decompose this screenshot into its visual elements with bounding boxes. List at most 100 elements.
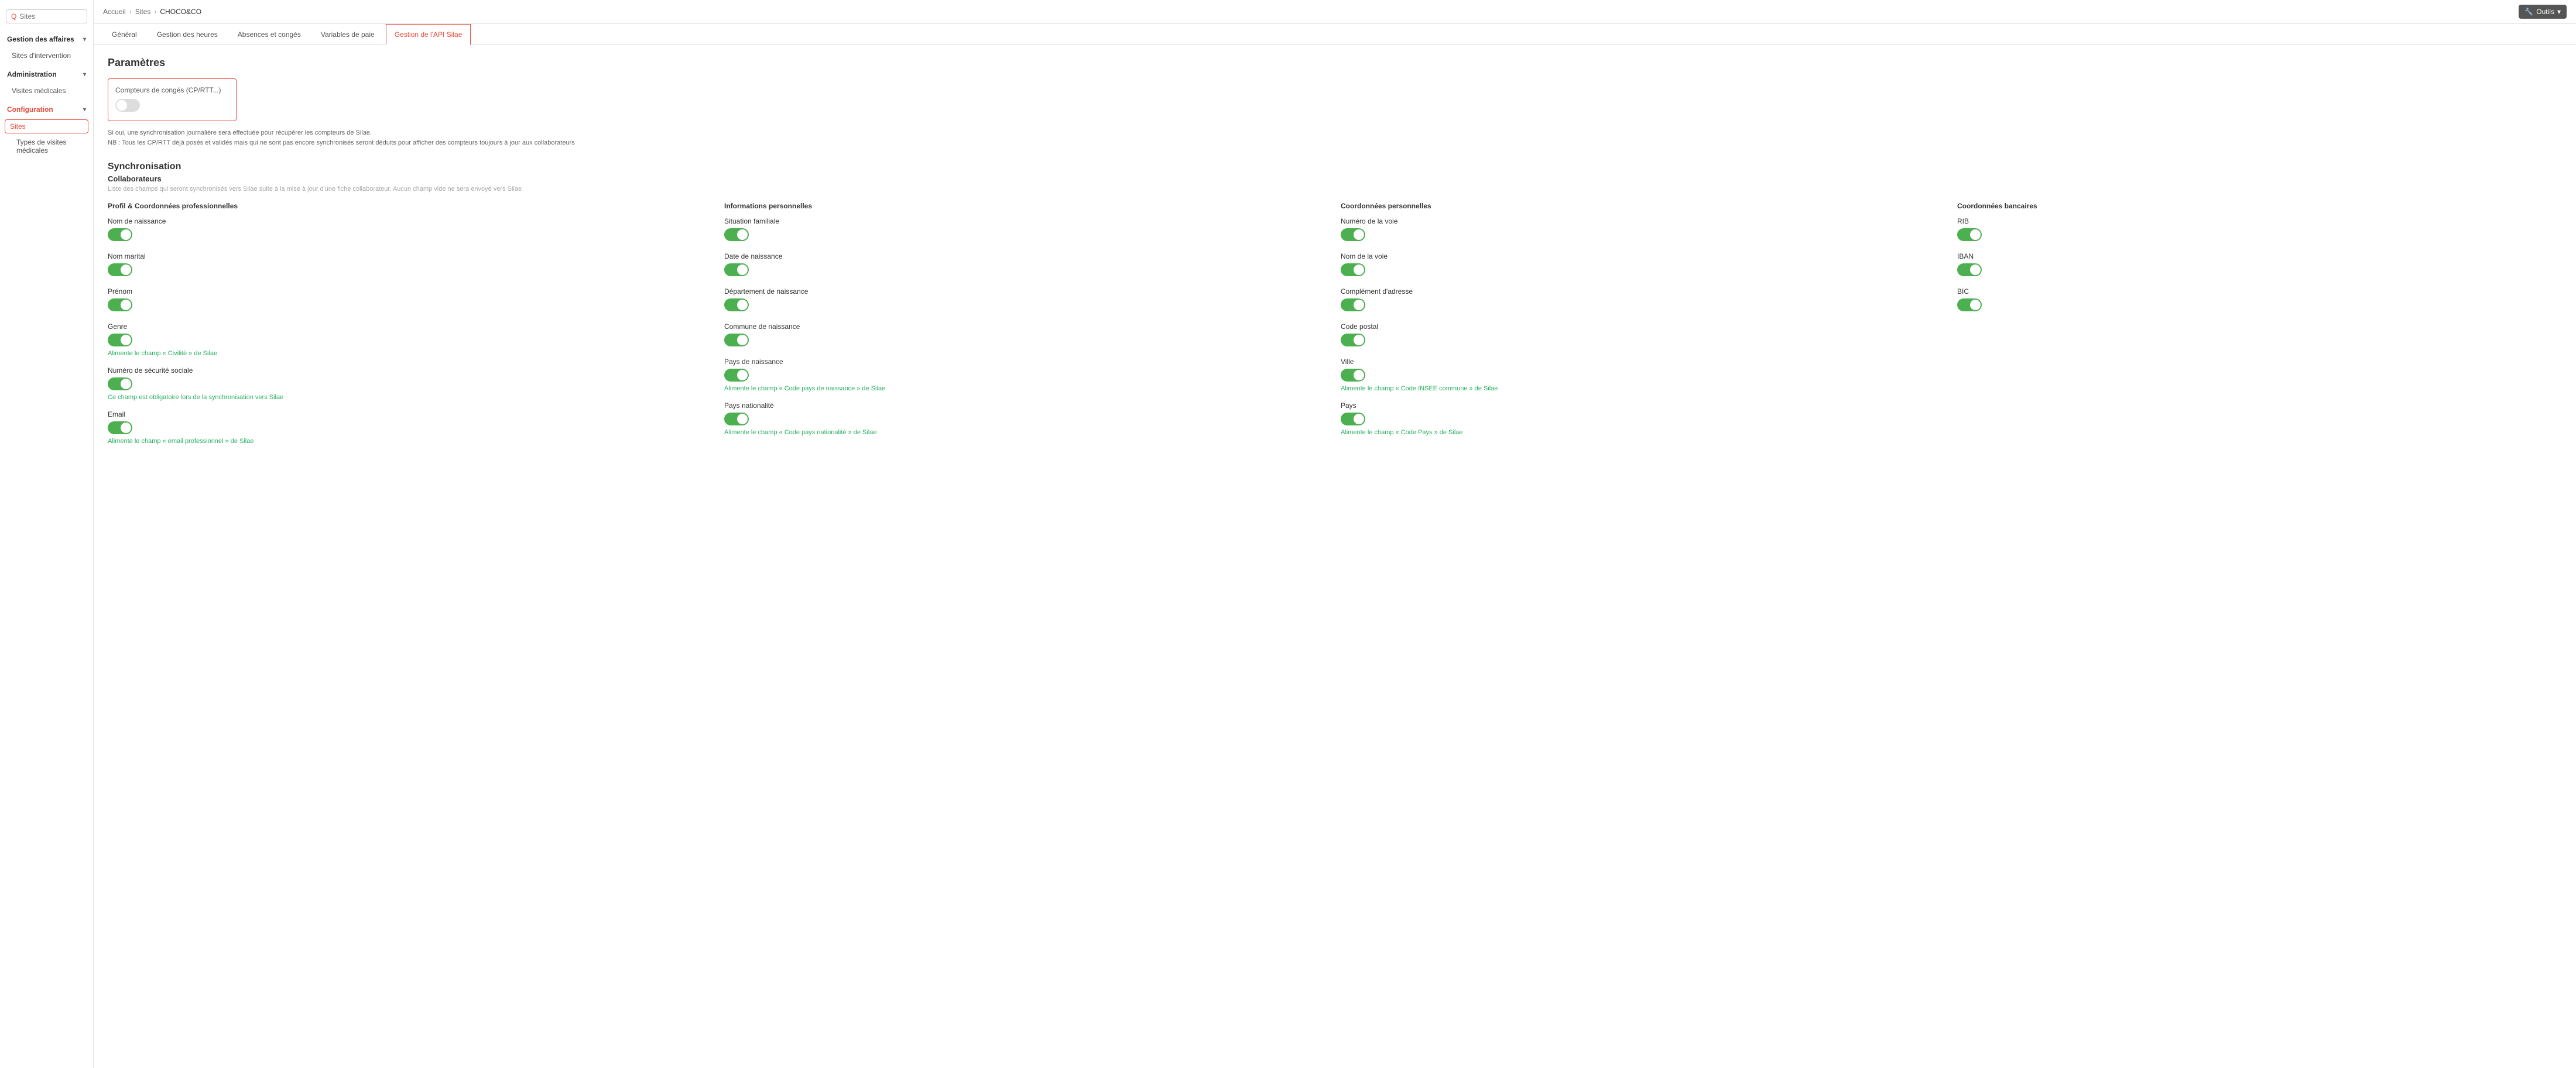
toggle-0-3[interactable]	[108, 334, 132, 346]
toggle-label-3-2: BIC	[1957, 287, 2562, 296]
toggle-note-1-4: Alimente le champ « Code pays de naissan…	[724, 385, 1329, 392]
chevron-down-icon-config: ▾	[83, 107, 86, 113]
toggle-label-2-5: Pays	[1341, 401, 1945, 410]
toggle-2-0[interactable]	[1341, 228, 1365, 241]
toggle-label-2-0: Numéro de la voie	[1341, 217, 1945, 225]
param-conges-box: Compteurs de congés (CP/RTT...)	[108, 78, 237, 121]
toggle-2-5[interactable]	[1341, 413, 1365, 425]
toggle-1-4[interactable]	[724, 369, 749, 382]
search-icon: Q	[11, 12, 16, 20]
toggle-label-0-1: Nom marital	[108, 252, 712, 260]
content-area: Paramètres Compteurs de congés (CP/RTT..…	[94, 45, 2576, 1068]
toggle-label-0-3: Genre	[108, 322, 712, 331]
toggle-label-3-0: RIB	[1957, 217, 2562, 225]
param-conges-title: Compteurs de congés (CP/RTT...)	[115, 86, 229, 94]
toggle-group-0-2: Prénom	[108, 287, 712, 313]
params-note: Si oui, une synchronisation journalière …	[108, 128, 2562, 147]
toggle-label-0-0: Nom de naissance	[108, 217, 712, 225]
sidebar-item-sites[interactable]: Sites	[5, 119, 88, 133]
params-note-line1: Si oui, une synchronisation journalière …	[108, 129, 372, 136]
collab-title: Collaborateurs	[108, 174, 2562, 183]
toggle-0-0[interactable]	[108, 228, 132, 241]
toggle-1-1[interactable]	[724, 263, 749, 276]
sync-columns-grid: Profil & Coordonnées professionnelles Nom…	[108, 202, 2562, 454]
column-header-0: Profil & Coordonnées professionnelles	[108, 202, 712, 210]
conges-toggle[interactable]	[115, 99, 140, 112]
toggle-label-3-1: IBAN	[1957, 252, 2562, 260]
toggle-label-1-2: Département de naissance	[724, 287, 1329, 296]
toggle-label-1-4: Pays de naissance	[724, 358, 1329, 366]
toggle-0-5[interactable]	[108, 421, 132, 434]
sidebar-item-types-visites[interactable]: Types de visites médicales	[0, 135, 93, 158]
sidebar-section-gestion: Gestion des affaires ▾ Sites d'intervent…	[0, 30, 93, 63]
tab-heures[interactable]: Gestion des heures	[148, 24, 227, 45]
toggle-label-0-4: Numéro de sécurité sociale	[108, 366, 712, 375]
tab-api-silae[interactable]: Gestion de l'API Silae	[386, 24, 471, 45]
tab-absences[interactable]: Absences et congés	[229, 24, 310, 45]
breadcrumb-sites[interactable]: Sites	[135, 8, 151, 16]
toggle-3-0[interactable]	[1957, 228, 1982, 241]
toggle-group-1-5: Pays nationalité Alimente le champ « Code…	[724, 401, 1329, 436]
toggle-label-0-2: Prénom	[108, 287, 712, 296]
toggle-2-4[interactable]	[1341, 369, 1365, 382]
sync-column-1: Informations personnellesSituation famil…	[724, 202, 1329, 454]
toggle-label-0-5: Email	[108, 410, 712, 418]
toggle-group-1-2: Département de naissance	[724, 287, 1329, 313]
toggle-0-4[interactable]	[108, 377, 132, 390]
toggle-label-1-5: Pays nationalité	[724, 401, 1329, 410]
toggle-group-0-3: Genre Alimente le champ « Civilité » de S…	[108, 322, 712, 357]
column-header-3: Coordonnées bancaires	[1957, 202, 2562, 210]
toggle-0-1[interactable]	[108, 263, 132, 276]
toggle-note-2-5: Alimente le champ « Code Pays » de Silae	[1341, 429, 1945, 436]
sidebar-section-label-admin: Administration	[7, 70, 57, 78]
breadcrumb-home[interactable]: Accueil	[103, 8, 126, 16]
toggle-1-3[interactable]	[724, 334, 749, 346]
toggle-group-2-5: Pays Alimente le champ « Code Pays » de S…	[1341, 401, 1945, 436]
toggle-group-1-1: Date de naissance	[724, 252, 1329, 278]
toggle-note-0-3: Alimente le champ « Civilité » de Silae	[108, 350, 712, 357]
collab-note: Liste des champs qui seront synchronisés…	[108, 186, 2562, 193]
search-input[interactable]	[19, 12, 82, 20]
toggle-group-0-1: Nom marital	[108, 252, 712, 278]
tab-variables[interactable]: Variables de paie	[312, 24, 383, 45]
toggle-2-3[interactable]	[1341, 334, 1365, 346]
sync-column-3: Coordonnées bancaires RIB IBAN BIC	[1957, 202, 2562, 454]
chevron-down-icon-admin: ▾	[83, 71, 86, 78]
toggle-label-1-1: Date de naissance	[724, 252, 1329, 260]
toggle-1-2[interactable]	[724, 298, 749, 311]
toggle-label-2-1: Nom de la voie	[1341, 252, 1945, 260]
toggle-note-0-5: Alimente le champ « email professionnel …	[108, 438, 712, 445]
sync-section: Synchronisation Collaborateurs Liste des…	[108, 162, 2562, 454]
toggle-label-2-4: Ville	[1341, 358, 1945, 366]
toggle-group-2-3: Code postal	[1341, 322, 1945, 348]
toggle-note-1-5: Alimente le champ « Code pays nationalit…	[724, 429, 1329, 436]
tools-button[interactable]: 🔧 Outils ▾	[2519, 5, 2567, 19]
sidebar-item-sites-intervention[interactable]: Sites d'intervention	[0, 48, 93, 63]
toggle-1-0[interactable]	[724, 228, 749, 241]
sidebar-section-admin: Administration ▾ Visites médicales	[0, 66, 93, 98]
toggle-2-2[interactable]	[1341, 298, 1365, 311]
toggle-3-2[interactable]	[1957, 298, 1982, 311]
toggle-label-2-3: Code postal	[1341, 322, 1945, 331]
tab-general[interactable]: Général	[103, 24, 146, 45]
sidebar-search[interactable]: Q	[6, 9, 87, 23]
toggle-3-1[interactable]	[1957, 263, 1982, 276]
sidebar-section-config: Configuration ▾ Sites Types de visites m…	[0, 101, 93, 158]
topbar: Accueil › Sites › CHOCO&CO 🔧 Outils ▾	[94, 0, 2576, 24]
sidebar-section-header-gestion[interactable]: Gestion des affaires ▾	[0, 30, 93, 48]
toggle-2-1[interactable]	[1341, 263, 1365, 276]
breadcrumb-sep-2: ›	[154, 8, 156, 16]
sidebar-section-label-config: Configuration	[7, 105, 53, 114]
toggle-0-2[interactable]	[108, 298, 132, 311]
toggle-1-5[interactable]	[724, 413, 749, 425]
toggle-group-3-0: RIB	[1957, 217, 2562, 243]
sidebar-section-header-admin[interactable]: Administration ▾	[0, 66, 93, 83]
toggle-group-1-0: Situation familiale	[724, 217, 1329, 243]
toggle-group-2-0: Numéro de la voie	[1341, 217, 1945, 243]
wrench-icon: 🔧	[2524, 8, 2533, 16]
toggle-group-3-1: IBAN	[1957, 252, 2562, 278]
parametres-section: Paramètres Compteurs de congés (CP/RTT..…	[108, 57, 2562, 147]
sidebar-section-header-config[interactable]: Configuration ▾	[0, 101, 93, 118]
sidebar-item-visites[interactable]: Visites médicales	[0, 83, 93, 98]
toggle-label-1-3: Commune de naissance	[724, 322, 1329, 331]
